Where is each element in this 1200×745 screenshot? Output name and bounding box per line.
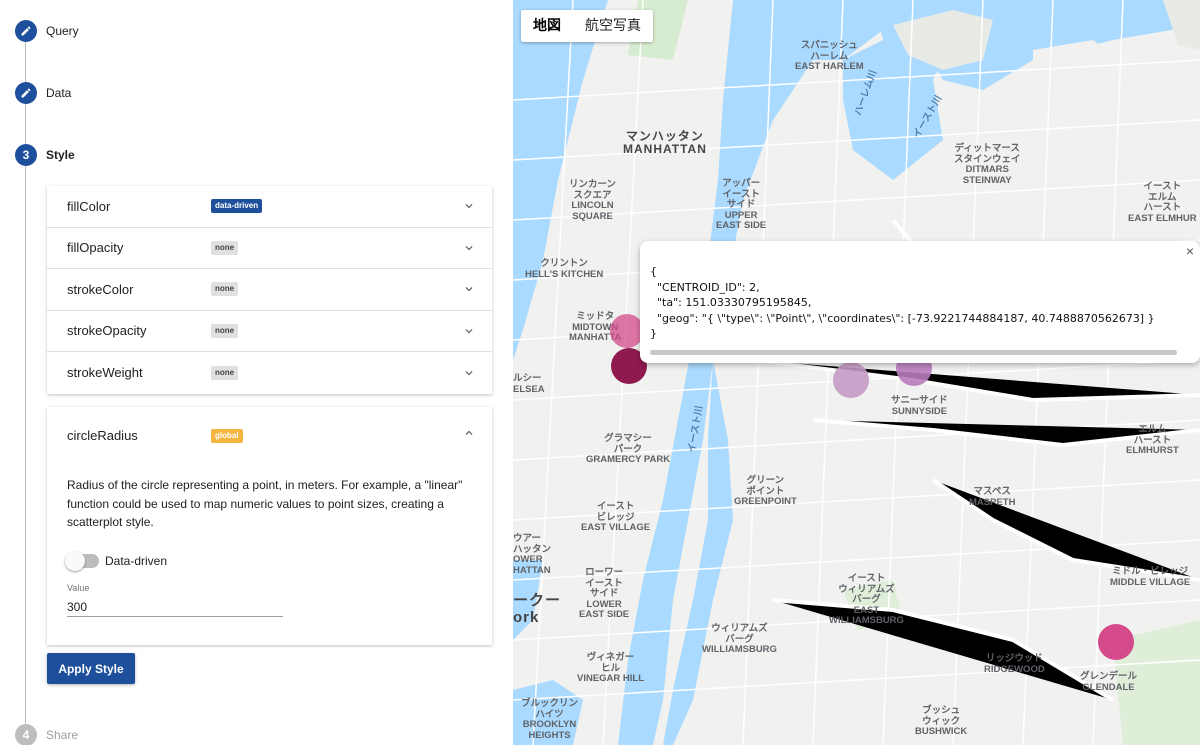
map-place-label: マスペス MASPETH: [969, 486, 1016, 508]
map-point-marker[interactable]: [833, 362, 869, 398]
step-label: Style: [46, 148, 75, 162]
map-place-label: ークー ork: [513, 592, 562, 626]
map-place-label: グレンデール GLENDALE: [1080, 671, 1138, 693]
horizontal-scrollbar[interactable]: [650, 350, 1177, 355]
property-description: Radius of the circle representing a poin…: [67, 478, 463, 529]
stepper-connector: [25, 104, 26, 145]
chevron-up-icon[interactable]: [462, 426, 476, 440]
map-place-label: イースト ビレッジ EAST VILLAGE: [581, 501, 651, 533]
property-fillcolor[interactable]: fillColor data-driven: [47, 186, 492, 228]
map-place-label: グラマシー パーク GRAMERCY PARK: [586, 433, 671, 465]
map-place-label: ブッシュ ウィック BUSHWICK: [915, 705, 968, 737]
step-query[interactable]: Query: [15, 20, 79, 42]
stepper-connector: [25, 166, 26, 724]
data-driven-toggle[interactable]: [65, 551, 99, 571]
step-label: Query: [46, 24, 79, 38]
map-place-label: ローワー イースト サイド LOWER EAST SIDE: [579, 567, 630, 620]
step-label: Data: [46, 86, 72, 100]
status-badge: none: [211, 323, 239, 338]
map-type-control: 地図 航空写真: [521, 10, 653, 42]
step-share[interactable]: 4 Share: [15, 724, 78, 745]
apply-style-button[interactable]: Apply Style: [47, 653, 135, 684]
status-badge: none: [211, 282, 239, 297]
status-badge: none: [211, 240, 239, 255]
map-place-label: イースト エルム ハースト EAST ELMHUR: [1128, 181, 1197, 224]
map-place-label: ルシー ELSEA: [513, 373, 545, 395]
map-place-label: アッパー イースト サイド UPPER EAST SIDE: [716, 178, 767, 231]
map-place-label: ヴィネガー ヒル VINEGAR HILL: [577, 652, 645, 684]
map-place-label: ミドル・ビレッジ MIDDLE VILLAGE: [1110, 566, 1191, 588]
map-place-label: ブルックリン ハイツ BROOKLYN HEIGHTS: [521, 698, 579, 741]
property-strokecolor[interactable]: strokeColor none: [47, 269, 492, 311]
map-point-marker[interactable]: [1098, 624, 1134, 660]
step-label: Share: [46, 728, 79, 742]
map-place-label: エルム ハースト ELMHURST: [1126, 424, 1179, 456]
property-title[interactable]: circleRadius: [67, 428, 138, 443]
info-window: × { "CENTROID_ID": 2, "ta": 151.03330795…: [640, 241, 1200, 363]
chevron-down-icon[interactable]: [462, 366, 476, 380]
chevron-down-icon[interactable]: [462, 282, 476, 296]
map-place-label: リッジウッド RIDGEWOOD: [984, 653, 1045, 675]
close-icon[interactable]: ×: [1186, 243, 1194, 259]
style-panel: Query Data 3 Style fillColor data-driven…: [0, 0, 513, 745]
map-place-label: リンカーン スクエア LINCOLN SQUARE: [569, 179, 617, 222]
value-input[interactable]: [67, 597, 283, 617]
property-title: strokeWeight: [67, 365, 143, 381]
property-title: strokeColor: [67, 281, 134, 297]
map-type-satellite-button[interactable]: 航空写真: [573, 10, 653, 42]
map-point-marker[interactable]: [610, 314, 644, 348]
edit-icon: [15, 20, 37, 42]
map-place-label: マンハッタン MANHATTAN: [623, 129, 707, 156]
status-badge: none: [211, 365, 239, 380]
toggle-knob[interactable]: [65, 551, 85, 571]
property-fillopacity[interactable]: fillOpacity none: [47, 228, 492, 269]
toggle-label: Data-driven: [105, 554, 168, 568]
map-place-label: イースト ウィリアムズ バーグ EAST WILLIAMSBURG: [829, 573, 904, 626]
chevron-down-icon[interactable]: [462, 241, 476, 255]
chevron-down-icon[interactable]: [462, 324, 476, 338]
chevron-down-icon[interactable]: [462, 199, 476, 213]
status-badge: global: [211, 429, 243, 443]
style-property-list: fillColor data-driven fillOpacity none s…: [47, 186, 492, 394]
property-strokeopacity[interactable]: strokeOpacity none: [47, 311, 492, 352]
property-title: strokeOpacity: [67, 323, 147, 339]
map-place-label: ウィリアムズ バーグ WILLIAMSBURG: [702, 623, 777, 655]
map-place-label: サニーサイド SUNNYSIDE: [891, 395, 948, 417]
property-strokeweight[interactable]: strokeWeight none: [47, 352, 492, 394]
map-type-roadmap-button[interactable]: 地図: [521, 10, 573, 42]
map-place-label: クリントン HELL'S KITCHEN: [525, 258, 604, 280]
property-title: fillOpacity: [67, 240, 124, 256]
info-window-content: { "CENTROID_ID": 2, "ta": 151.0333079519…: [650, 265, 1155, 340]
edit-icon: [15, 82, 37, 104]
map-place-label: ウアー ハッタン OWER HATTAN: [513, 533, 552, 576]
map-place-label: ディットマース スタインウェイ DITMARS STEINWAY: [954, 143, 1021, 186]
step-number: 3: [15, 144, 37, 166]
step-data[interactable]: Data: [15, 82, 71, 104]
property-circleradius: circleRadius global Radius of the circle…: [47, 407, 492, 645]
status-badge: data-driven: [211, 199, 263, 214]
value-label: Value: [67, 583, 90, 593]
step-number: 4: [15, 724, 37, 745]
stepper-connector: [25, 42, 26, 83]
step-style[interactable]: 3 Style: [15, 144, 75, 166]
property-title: fillColor: [67, 198, 111, 214]
map-canvas[interactable]: スパニッシュ ハーレム EAST HARLEM マンハッタン MANHATTAN…: [513, 0, 1200, 745]
map-place-label: グリーン ポイント GREENPOINT: [734, 475, 797, 507]
map-place-label: スパニッシュ ハーレム EAST HARLEM: [795, 40, 864, 72]
